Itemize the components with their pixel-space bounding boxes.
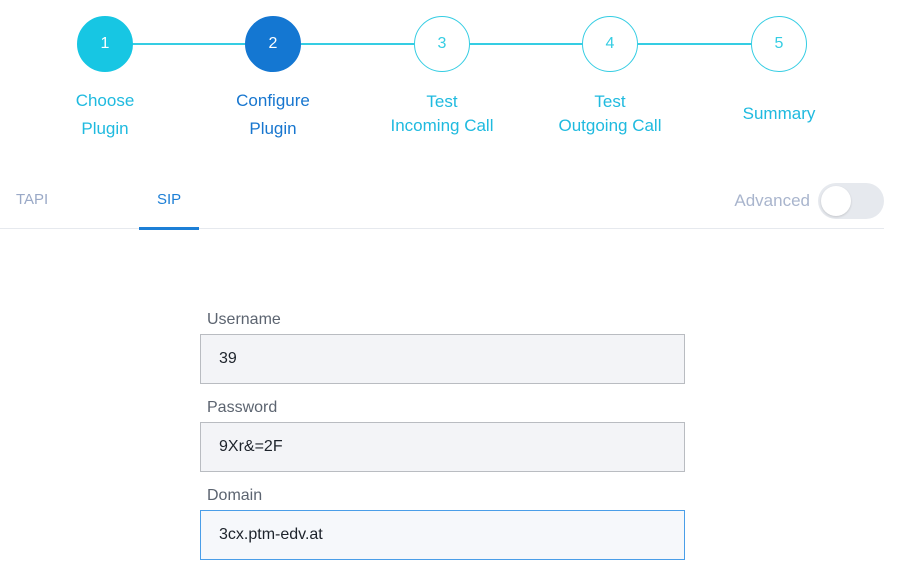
advanced-toggle[interactable]	[818, 183, 884, 219]
step-5-circle: 5	[751, 16, 807, 72]
step-connector-2-3	[301, 43, 414, 45]
step-5-label-line1: Summary	[742, 104, 816, 123]
active-tab-indicator	[139, 227, 199, 230]
step-4-circle: 4	[582, 16, 638, 72]
plugin-type-tabs: TAPI SIP Advanced	[0, 178, 884, 230]
step-1-circle[interactable]: 1	[77, 16, 133, 72]
step-3-label: Test Incoming Call	[362, 90, 522, 138]
username-label: Username	[207, 311, 281, 328]
step-5-label: Summary	[699, 102, 859, 126]
step-2-label: Configure Plugin	[193, 89, 353, 141]
domain-input[interactable]	[200, 510, 685, 560]
domain-label: Domain	[207, 487, 263, 504]
step-2-circle[interactable]: 2	[245, 16, 301, 72]
step-3-label-line2: Incoming Call	[390, 116, 494, 135]
step-2-number: 2	[268, 35, 278, 52]
step-4-label: Test Outgoing Call	[530, 90, 690, 138]
step-connector-4-5	[638, 43, 751, 45]
step-1-label: Choose Plugin	[25, 89, 185, 141]
step-1-label-line2: Plugin	[81, 119, 129, 138]
wizard-stepper: 1 2 3 4 5 Choose Plugin Configure Plugin…	[0, 0, 908, 150]
toggle-knob	[821, 186, 851, 216]
step-3-number: 3	[437, 35, 447, 52]
password-label: Password	[207, 399, 278, 416]
step-4-label-line2: Outgoing Call	[558, 116, 662, 135]
sip-settings-form: Username Password Domain	[200, 306, 685, 570]
username-input[interactable]	[200, 334, 685, 384]
step-2-label-line1: Configure	[236, 91, 310, 110]
step-3-circle: 3	[414, 16, 470, 72]
step-4-label-line1: Test	[594, 92, 626, 111]
step-2-label-line2: Plugin	[249, 119, 297, 138]
step-1-label-line1: Choose	[75, 91, 135, 110]
step-connector-3-4	[469, 43, 583, 45]
password-input[interactable]	[200, 422, 685, 472]
step-3-label-line1: Test	[426, 92, 458, 111]
step-4-number: 4	[605, 35, 615, 52]
tab-tapi[interactable]: TAPI	[16, 191, 48, 208]
advanced-label: Advanced	[734, 191, 810, 210]
advanced-setting: Advanced	[734, 183, 884, 219]
step-connector-1-2	[132, 43, 246, 45]
step-5-number: 5	[774, 35, 784, 52]
step-1-number: 1	[100, 35, 110, 52]
tab-sip[interactable]: SIP	[157, 191, 181, 208]
